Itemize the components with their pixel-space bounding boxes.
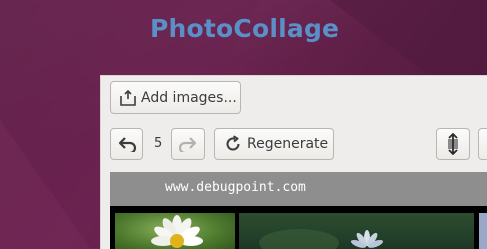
swap-vertical-icon — [446, 133, 460, 155]
watermark-banner: www.debugpoint.com — [110, 172, 487, 206]
add-image-icon — [119, 89, 137, 107]
redo-icon — [178, 136, 198, 152]
refresh-icon — [224, 135, 242, 153]
daisy-flower-image — [115, 213, 235, 249]
undo-icon — [117, 136, 137, 152]
history-count: 5 — [154, 136, 162, 151]
undo-button[interactable] — [110, 128, 143, 160]
regenerate-label: Regenerate — [247, 136, 328, 152]
regenerate-button[interactable]: Regenerate — [214, 128, 334, 160]
redo-button[interactable] — [171, 128, 205, 160]
app-title: PhotoCollage — [150, 14, 339, 43]
photocollage-window: Add images... 5 Regenerate — [100, 75, 487, 249]
collage-photo-flowers[interactable] — [239, 213, 474, 249]
collage-photo-edge[interactable] — [479, 213, 487, 249]
watermark-text: www.debugpoint.com — [165, 180, 306, 195]
flowers-image — [239, 213, 474, 249]
collage-photo-daisy[interactable] — [115, 213, 235, 249]
swap-horizontal-button[interactable] — [478, 128, 487, 160]
collage-canvas[interactable]: www.debugpoint.com — [110, 172, 487, 249]
add-images-label: Add images... — [141, 90, 237, 106]
swap-vertical-button[interactable] — [436, 128, 470, 160]
add-images-button[interactable]: Add images... — [110, 81, 241, 114]
